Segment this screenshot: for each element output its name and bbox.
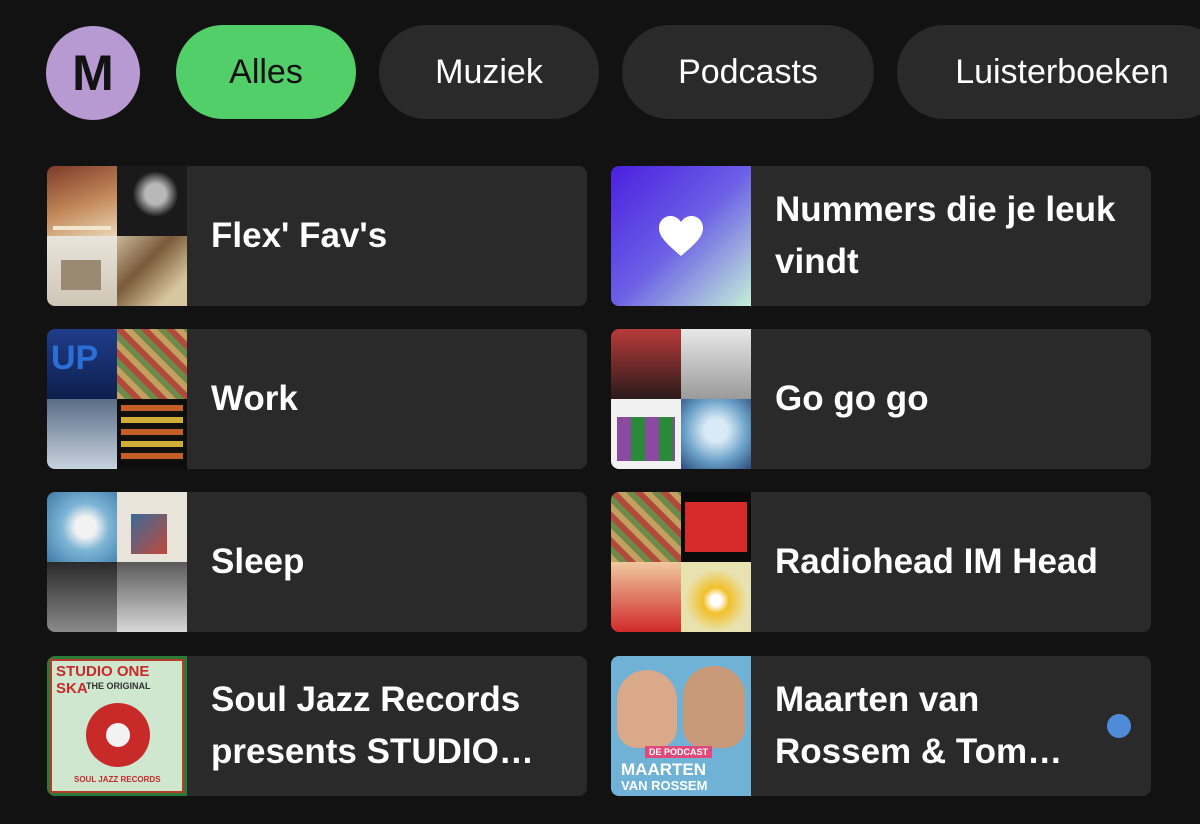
playlist-cover: UP (47, 329, 187, 469)
cover-text: THE ORIGINAL (86, 681, 151, 691)
cover-text: DE PODCAST (645, 746, 713, 758)
cover-text: MAARTEN (621, 760, 706, 779)
shortcut-card[interactable]: Go go go (611, 329, 1151, 469)
filter-bar: M Alles Muziek Podcasts Luisterboeken (0, 0, 1200, 150)
shortcut-card[interactable]: DE PODCAST MAARTEN VAN ROSSEM Maarten va… (611, 656, 1151, 796)
filter-chip-muziek[interactable]: Muziek (379, 25, 599, 119)
card-title: Maarten van Rossem & Tom Jessen (775, 680, 1028, 771)
card-title: Go go go (775, 379, 929, 418)
card-title: Work (211, 379, 298, 418)
album-cover: STUDIO ONE SKA THE ORIGINAL SOUL JAZZ RE… (47, 656, 187, 796)
card-title: Flex' Fav's (211, 216, 388, 255)
shortcut-card[interactable]: Radiohead IM Head (611, 492, 1151, 632)
shortcut-card[interactable]: Nummers die je leuk vindt (611, 166, 1151, 306)
card-title: Soul Jazz Records presents STUDIO ONE SK… (211, 680, 521, 771)
podcast-cover: DE PODCAST MAARTEN VAN ROSSEM (611, 656, 751, 796)
playlist-cover (611, 492, 751, 632)
card-title: Sleep (211, 542, 305, 581)
cover-text: VAN ROSSEM (621, 778, 708, 793)
playlist-cover (47, 492, 187, 632)
profile-avatar[interactable]: M (46, 26, 140, 120)
filter-chip-podcasts[interactable]: Podcasts (622, 25, 874, 119)
card-title: Nummers die je leuk vindt (775, 190, 1116, 281)
cover-text: STUDIO ONE SKA (56, 663, 150, 697)
shortcut-card[interactable]: Flex' Fav's (47, 166, 587, 306)
shortcut-card[interactable]: UP Work (47, 329, 587, 469)
shortcut-card[interactable]: STUDIO ONE SKA THE ORIGINAL SOUL JAZZ RE… (47, 656, 587, 796)
filter-chip-alles[interactable]: Alles (176, 25, 356, 119)
liked-songs-cover (611, 166, 751, 306)
playlist-cover (47, 166, 187, 306)
new-episode-dot (1107, 714, 1131, 738)
filter-chip-luisterboeken[interactable]: Luisterboeken (897, 25, 1200, 119)
cover-text: SOUL JAZZ RECORDS (74, 775, 161, 784)
heart-icon (659, 216, 703, 256)
shortcut-card[interactable]: Sleep (47, 492, 587, 632)
card-title: Radiohead IM Head (775, 542, 1098, 581)
playlist-cover (611, 329, 751, 469)
